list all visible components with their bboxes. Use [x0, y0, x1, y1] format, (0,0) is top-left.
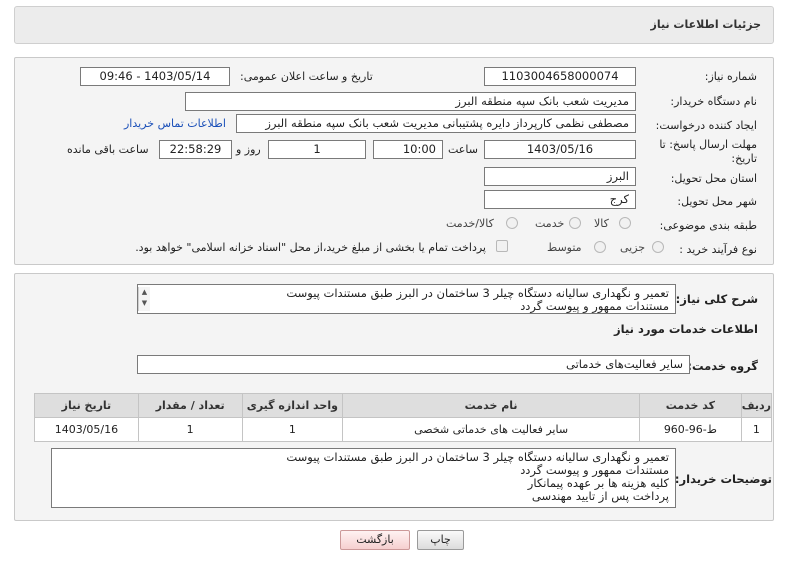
- requester-label: ایجاد کننده درخواست:: [655, 119, 757, 132]
- treasury-payment-checkbox[interactable]: [496, 240, 508, 252]
- need-info-panel: [14, 57, 774, 265]
- services-table: ردیف کد خدمت نام خدمت واحد اندازه گیری ت…: [34, 393, 773, 442]
- buyer-field[interactable]: مدیریت شعب بانک سپه منطقه البرز: [185, 92, 636, 111]
- need-number-field[interactable]: 1103004658000074: [484, 67, 636, 86]
- cell-service-code: ط-96-960: [639, 417, 742, 442]
- category-label: طبقه بندی موضوعی:: [659, 219, 757, 232]
- category-option-goods: کالا: [594, 217, 609, 230]
- service-group-label: گروه خدمت:: [687, 359, 758, 373]
- services-heading: اطلاعات خدمات مورد نیاز: [614, 322, 758, 336]
- col-row-number: ردیف: [740, 393, 773, 418]
- days-field[interactable]: 1: [268, 140, 366, 159]
- category-radio-service[interactable]: [569, 217, 581, 229]
- announce-field[interactable]: 1403/05/14 - 09:46: [80, 67, 230, 86]
- description-label: شرح کلی نیاز:: [675, 292, 758, 306]
- service-group-field[interactable]: سایر فعالیت‌های خدماتی: [137, 355, 690, 374]
- process-radio-minor[interactable]: [652, 241, 664, 253]
- days-label: روز و: [236, 143, 261, 156]
- cell-row-number: 1: [740, 417, 773, 442]
- scroll-arrows-icon[interactable]: ▲ ▼: [138, 287, 150, 311]
- process-label: نوع فرآیند خرید :: [679, 243, 757, 256]
- page-title: جزئیات اطلاعات نیاز: [650, 18, 762, 31]
- col-need-date: تاریخ نیاز: [34, 393, 139, 418]
- buyer-label: نام دستگاه خریدار:: [670, 95, 757, 108]
- city-label: شهر محل تحویل:: [677, 195, 757, 208]
- cell-unit: 1: [241, 417, 344, 442]
- announce-label: تاریخ و ساعت اعلان عمومی:: [240, 70, 373, 83]
- page-header: جزئیات اطلاعات نیاز: [14, 6, 774, 44]
- remaining-time-field[interactable]: 22:58:29: [159, 140, 232, 159]
- process-option-minor: جزیی: [620, 241, 646, 254]
- category-option-goods-service: کالا/خدمت: [446, 217, 494, 230]
- need-number-label: شماره نیاز:: [704, 70, 757, 83]
- process-option-medium: متوسط: [547, 241, 582, 254]
- requester-field[interactable]: مصطفی نظمی کارپرداز دایره پشتیبانی مدیری…: [236, 114, 636, 133]
- deadline-label-line1: مهلت ارسال پاسخ: تا: [659, 138, 757, 151]
- process-radio-medium[interactable]: [594, 241, 606, 253]
- payment-note: پرداخت تمام یا بخشی از مبلغ خرید،از محل …: [135, 241, 486, 254]
- col-unit: واحد اندازه گیری: [241, 393, 344, 418]
- deadline-date-field[interactable]: 1403/05/16: [484, 140, 636, 159]
- buyer-notes-label: توضیحات خریدار:: [674, 472, 772, 486]
- city-field[interactable]: کرج: [484, 190, 636, 209]
- cell-service-name: سایر فعالیت های خدماتی شخصی: [342, 417, 640, 442]
- buyer-notes-textarea[interactable]: تعمیر و نگهداری سالیانه دستگاه چیلر 3 سا…: [51, 448, 676, 508]
- province-label: استان محل تحویل:: [670, 172, 757, 185]
- cell-quantity: 1: [137, 417, 243, 442]
- category-option-service: خدمت: [535, 217, 565, 230]
- back-button[interactable]: بازگشت: [340, 530, 410, 550]
- category-radio-goods[interactable]: [619, 217, 631, 229]
- deadline-time-field[interactable]: 10:00: [373, 140, 443, 159]
- col-service-code: کد خدمت: [639, 393, 742, 418]
- col-service-name: نام خدمت: [342, 393, 640, 418]
- table-header-row: ردیف کد خدمت نام خدمت واحد اندازه گیری ت…: [34, 393, 773, 418]
- print-button[interactable]: چاپ: [417, 530, 464, 550]
- deadline-time-label: ساعت: [448, 143, 478, 156]
- table-row[interactable]: 1 ط-96-960 سایر فعالیت های خدماتی شخصی 1…: [34, 417, 773, 442]
- category-radio-goods-service[interactable]: [506, 217, 518, 229]
- col-quantity: تعداد / مقدار: [137, 393, 243, 418]
- description-textarea[interactable]: تعمیر و نگهداری سالیانه دستگاه چیلر 3 سا…: [137, 284, 676, 314]
- contact-info-link[interactable]: اطلاعات تماس خریدار: [124, 117, 226, 130]
- deadline-label-line2: تاریخ:: [731, 152, 757, 165]
- remaining-time-label: ساعت باقی مانده: [67, 143, 149, 156]
- cell-need-date: 1403/05/16: [34, 417, 139, 442]
- province-field[interactable]: البرز: [484, 167, 636, 186]
